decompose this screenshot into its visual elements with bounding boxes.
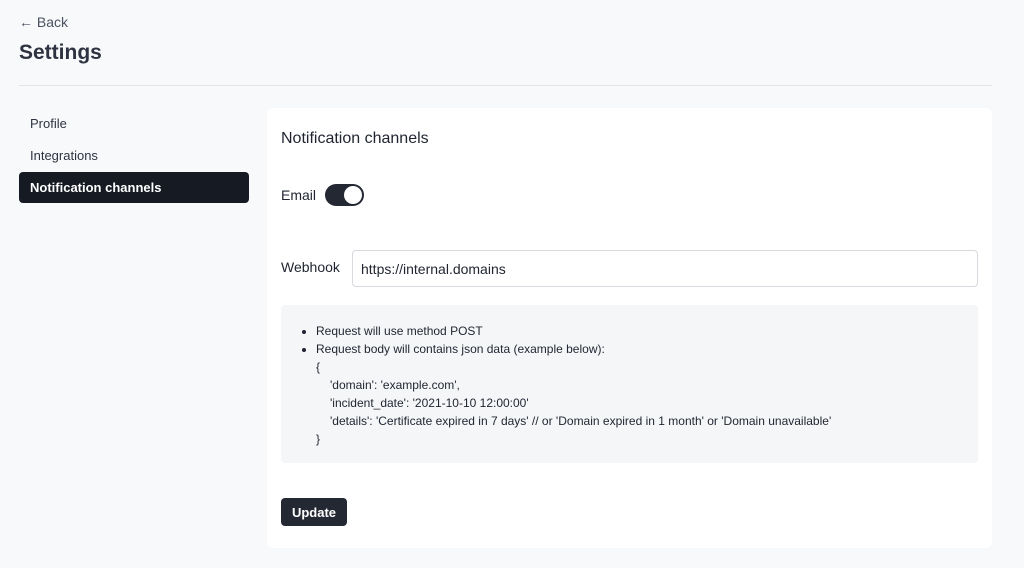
email-label: Email [281,187,317,203]
json-example: { 'domain': 'example.com', 'incident_dat… [299,358,960,448]
notification-card: Notification channels Email Webhook Requ… [267,108,992,548]
info-bullet: Request body will contains json data (ex… [316,340,960,358]
info-bullet: Request will use method POST [316,322,960,340]
card-title: Notification channels [281,130,429,147]
code-line: 'details': 'Certificate expired in 7 day… [330,414,832,428]
webhook-input[interactable] [352,250,978,287]
nav-item-notification-channels[interactable]: Notification channels [19,172,249,203]
code-line: 'incident_date': '2021-10-10 12:00:00' [330,396,529,410]
back-link[interactable]: ← Back [19,14,68,30]
page-title: Settings [19,41,102,64]
update-button[interactable]: Update [281,498,347,526]
nav-item-profile[interactable]: Profile [19,108,249,139]
code-line: 'domain': 'example.com', [330,378,460,392]
settings-nav: Profile Integrations Notification channe… [19,108,249,204]
code-line: } [316,432,321,446]
webhook-info: Request will use method POST Request bod… [281,305,978,463]
toggle-knob [344,186,362,204]
divider [19,85,992,86]
webhook-label: Webhook [281,259,340,275]
nav-item-integrations[interactable]: Integrations [19,140,249,171]
code-line: { [316,360,321,374]
email-toggle[interactable] [325,184,364,206]
